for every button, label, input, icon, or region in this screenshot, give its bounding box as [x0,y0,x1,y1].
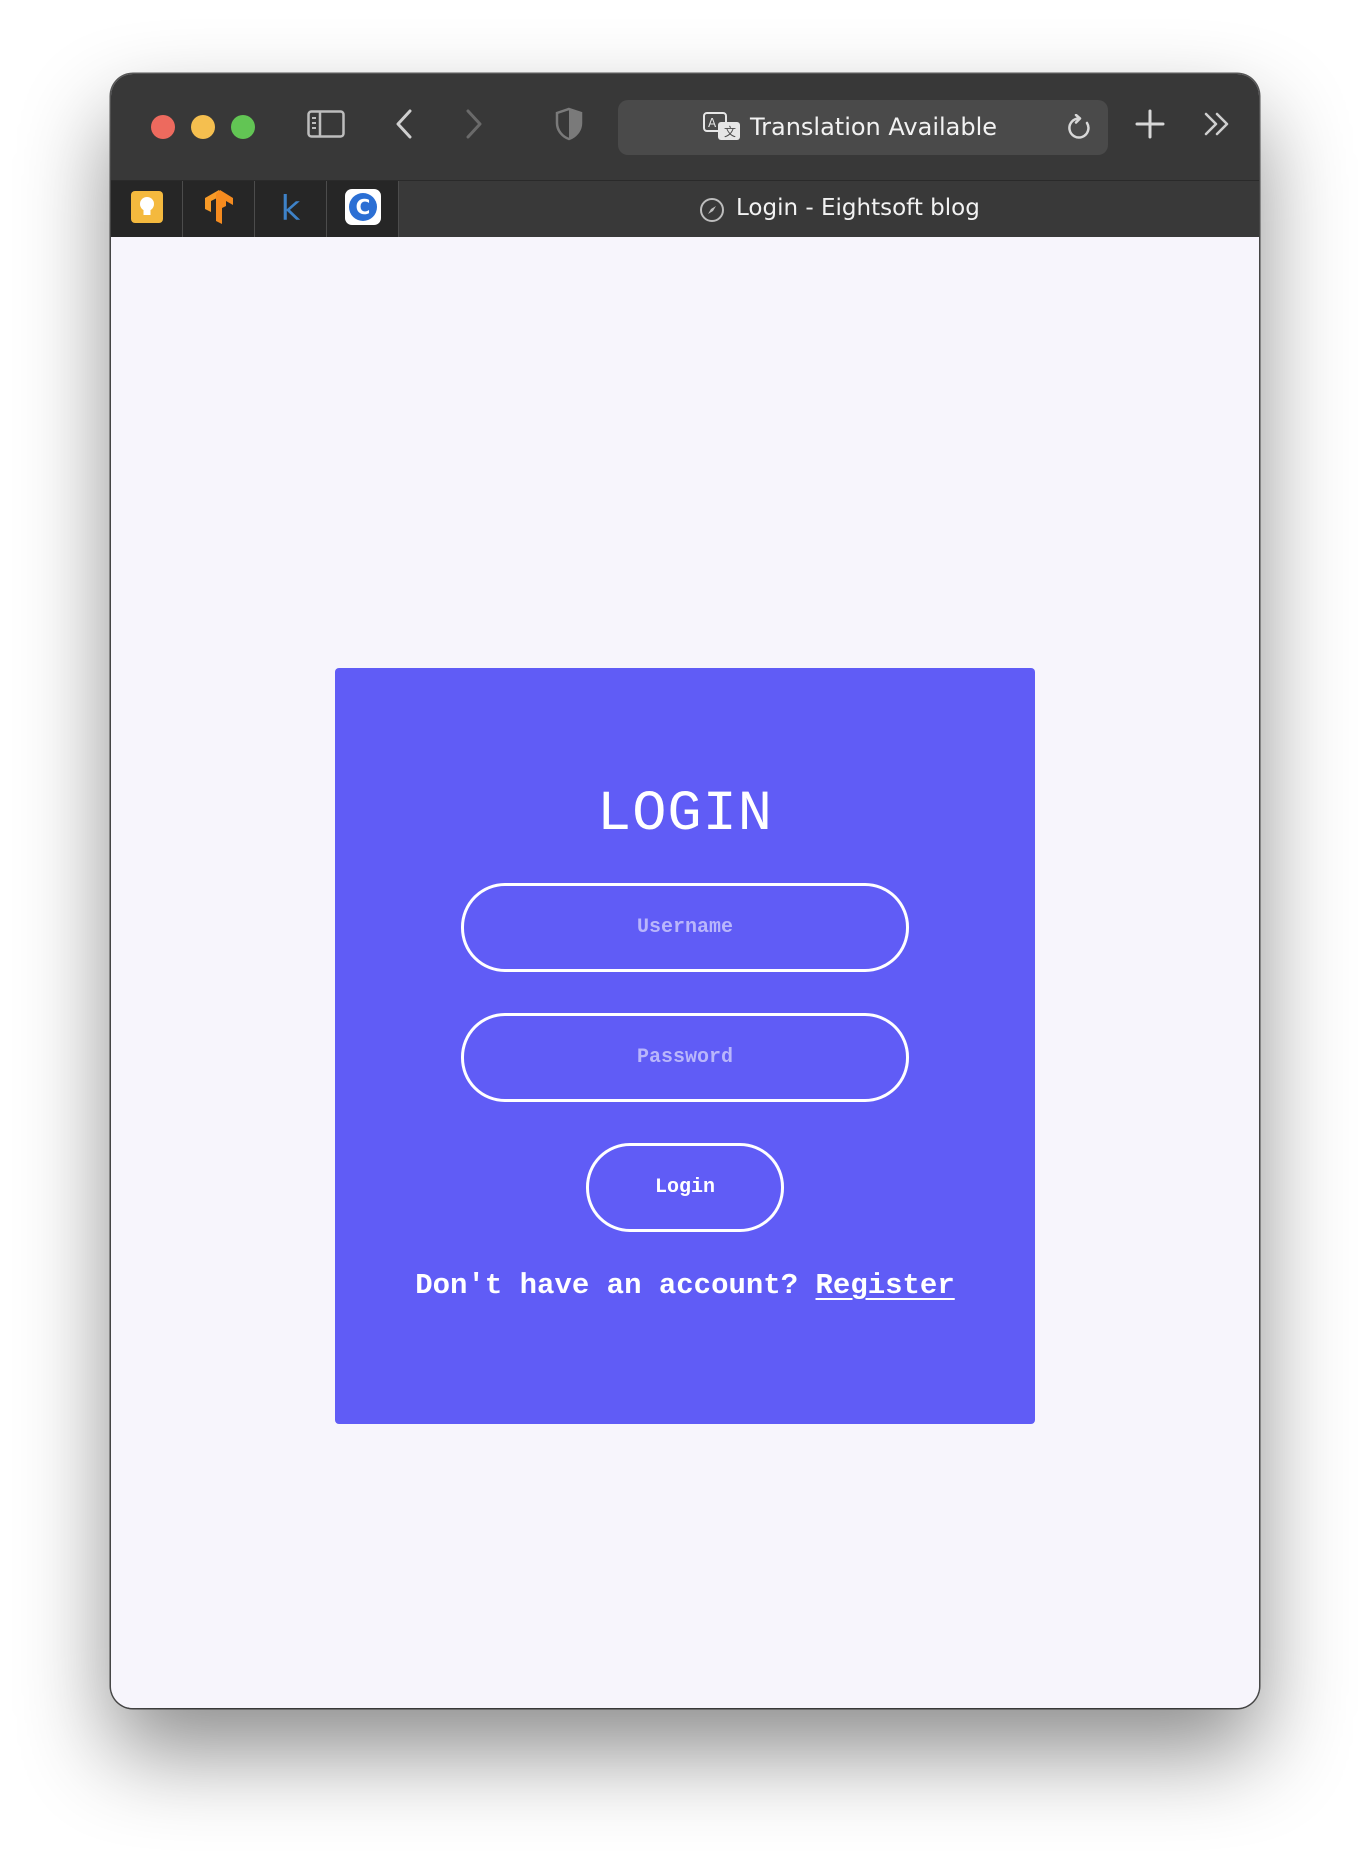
translate-icon[interactable]: A文 [702,110,742,144]
register-prompt-row: Don't have an account? Register [335,1269,1035,1302]
page-content: LOGIN Login Don't have an account? Regis… [111,237,1259,1708]
close-window-button[interactable] [151,115,175,139]
pinned-tab-4[interactable]: C [327,181,399,237]
compass-icon [699,197,725,227]
login-card: LOGIN Login Don't have an account? Regis… [335,668,1035,1424]
more-tabs-icon[interactable] [1201,104,1235,144]
browser-window: A文 Translation Available k C Login - Eig… [111,74,1259,1708]
reload-icon[interactable] [1064,112,1094,144]
c-circle-icon: C [344,189,381,229]
lightbulb-icon [130,191,163,227]
tensorflow-icon [203,190,235,228]
pinned-tab-2[interactable] [183,181,255,237]
register-prompt: Don't have an account? [415,1269,799,1302]
forward-icon[interactable] [459,104,489,144]
new-tab-icon[interactable] [1133,104,1167,144]
tab-bar: k C Login - Eightsoft blog [111,180,1259,238]
svg-text:A: A [708,116,717,130]
pinned-tab-1[interactable] [111,181,183,237]
zoom-window-button[interactable] [231,115,255,139]
sidebar-toggle-icon[interactable] [306,104,346,144]
password-input[interactable] [461,1013,909,1102]
pinned-tab-3[interactable]: k [255,181,327,237]
svg-text:文: 文 [724,124,736,139]
k-letter-icon: k [280,189,301,229]
svg-text:C: C [355,195,370,219]
browser-toolbar: A文 Translation Available [111,74,1259,180]
address-bar[interactable]: A文 Translation Available [618,100,1108,155]
login-button[interactable]: Login [586,1143,784,1232]
address-bar-text: Translation Available [750,113,998,141]
back-icon[interactable] [389,104,419,144]
login-heading: LOGIN [596,783,774,847]
privacy-shield-icon[interactable] [554,104,584,144]
username-input[interactable] [461,883,909,972]
tab-title[interactable]: Login - Eightsoft blog [736,195,980,221]
register-link[interactable]: Register [816,1269,955,1302]
minimize-window-button[interactable] [191,115,215,139]
